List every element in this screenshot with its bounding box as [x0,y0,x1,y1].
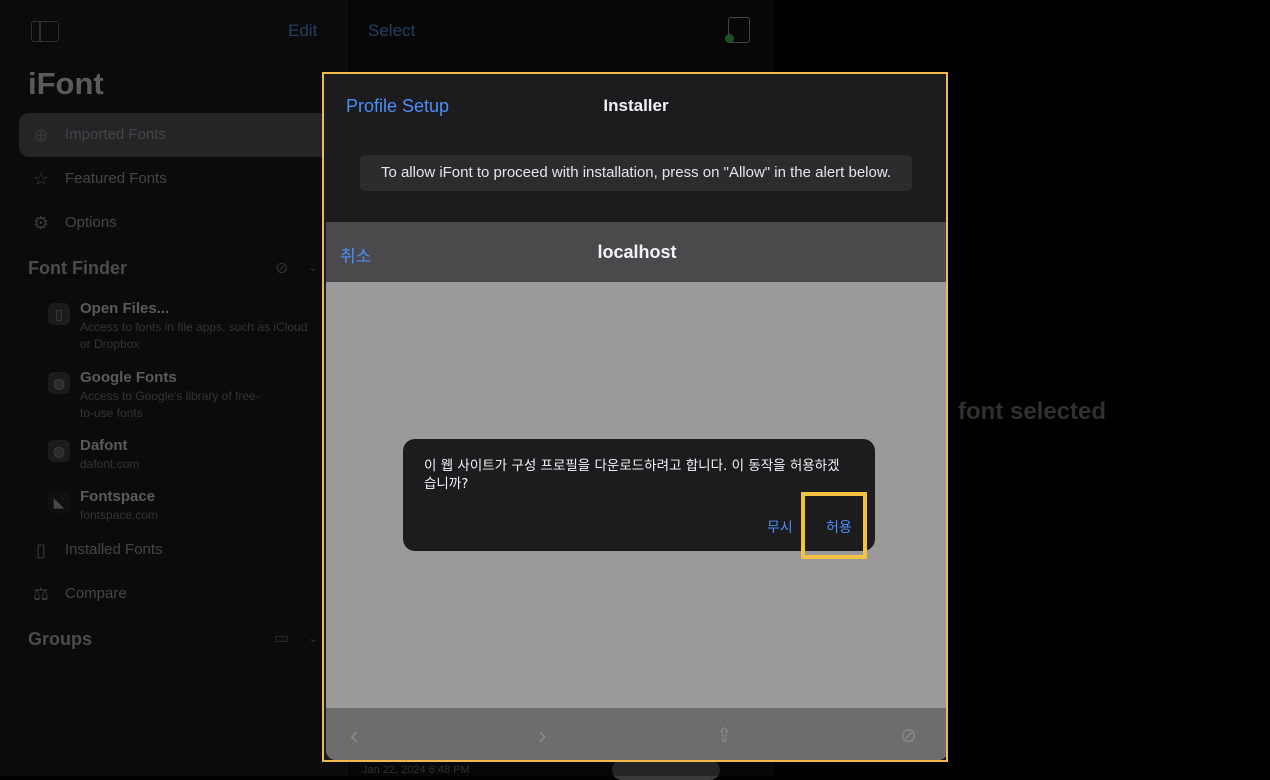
browser-toolbar: ‹ › ⇪ ⊘ [326,708,946,760]
modal-title: Installer [603,96,669,115]
notice-text: To allow iFont to proceed with installat… [380,164,892,181]
allow-button-highlight [801,492,867,559]
back-arrow-icon[interactable]: ‹ [350,720,359,751]
share-icon[interactable]: ⇪ [716,723,733,748]
ipad-app: Edit iFont ⊕ Imported Fonts ☆ Featured F… [0,0,1270,780]
host-title: localhost [597,242,677,262]
compass-icon[interactable]: ⊘ [900,723,917,748]
installation-notice: To allow iFont to proceed with installat… [360,155,912,191]
forward-arrow-icon[interactable]: › [538,720,547,751]
web-sheet: 취소 localhost 이 웹 사이트가 구성 프로필을 다운로드하려고 합니… [326,222,946,760]
sheet-navbar: 취소 localhost [326,222,946,282]
installer-modal: Profile Setup Installer To allow iFont t… [322,72,948,762]
ignore-button[interactable]: 무시 [767,517,793,537]
alert-message: 이 웹 사이트가 구성 프로필을 다운로드하려고 합니다. 이 동작을 허용하겠… [424,458,840,492]
